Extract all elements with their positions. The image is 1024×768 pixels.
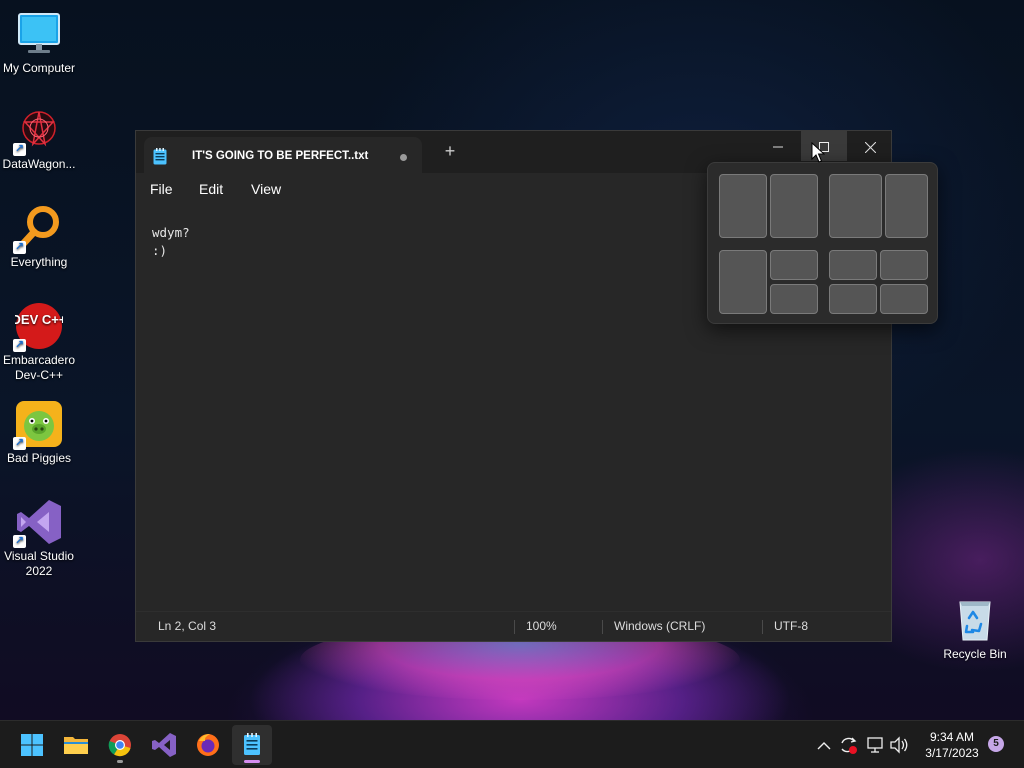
- network-icon: [867, 737, 883, 753]
- tab-document[interactable]: IT'S GOING TO BE PERFECT..txt: [144, 137, 422, 173]
- everything-search-icon: ↗: [13, 204, 63, 254]
- desktop-icon-label: My Computer: [2, 61, 76, 75]
- datawagon-icon: ↗: [13, 106, 63, 156]
- shortcut-arrow-icon: ↗: [13, 143, 26, 156]
- clock[interactable]: 9:34 AM 3/17/2023: [912, 729, 992, 761]
- snap-zone-bottom-right-quarter[interactable]: [770, 284, 818, 314]
- status-line-ending[interactable]: Windows (CRLF): [614, 612, 705, 642]
- new-tab-button[interactable]: +: [442, 142, 458, 160]
- menu-edit[interactable]: Edit: [199, 181, 223, 197]
- status-zoom[interactable]: 100%: [526, 612, 557, 642]
- desktop-icon-bad-piggies[interactable]: ↗ Bad Piggies: [0, 400, 78, 466]
- desktop-icon-datawagon[interactable]: ↗ DataWagon...: [0, 106, 78, 172]
- chevron-up-icon: [817, 742, 831, 750]
- desktop-icon-label: Bad Piggies: [6, 451, 72, 465]
- menu-file[interactable]: File: [150, 181, 173, 197]
- mouse-cursor-icon: [811, 142, 825, 163]
- desktop-icon-devcpp[interactable]: DEV C++ ↗ Embarcadero Dev-C++: [0, 302, 78, 383]
- desktop-icon-everything[interactable]: ↗ Everything: [0, 204, 78, 270]
- snap-zone-top-right-quarter[interactable]: [880, 250, 928, 280]
- snap-zone-one-third-right[interactable]: [885, 174, 928, 238]
- tray-volume-button[interactable]: [888, 721, 910, 768]
- bad-piggies-icon: ↗: [13, 400, 63, 450]
- taskbar-chrome[interactable]: [100, 725, 140, 765]
- status-divider: [762, 620, 763, 634]
- recycle-bin-icon: [951, 596, 999, 644]
- status-divider: [514, 620, 515, 634]
- desktop-icon-recycle-bin[interactable]: Recycle Bin: [936, 596, 1014, 662]
- taskbar: 9:34 AM 3/17/2023: [0, 720, 1024, 768]
- taskbar-notepad[interactable]: [232, 725, 272, 765]
- clock-time: 9:34 AM: [929, 730, 975, 744]
- minimize-button[interactable]: [755, 131, 801, 161]
- snap-zone-two-thirds-left[interactable]: [829, 174, 882, 238]
- running-indicator: [117, 760, 123, 763]
- snap-layouts-flyout: [707, 162, 938, 324]
- visual-studio-icon: ↗: [13, 498, 63, 548]
- notepad-icon: [244, 733, 260, 755]
- snap-zone-half-left[interactable]: [719, 174, 767, 238]
- monitor-icon: [15, 10, 63, 58]
- chrome-icon: [108, 734, 131, 757]
- taskbar-firefox[interactable]: [188, 725, 228, 765]
- shortcut-arrow-icon: ↗: [13, 339, 26, 352]
- volume-icon: [890, 736, 908, 754]
- status-divider: [602, 620, 603, 634]
- sync-icon: [841, 737, 857, 754]
- snap-zone-bottom-left-quarter[interactable]: [829, 284, 877, 314]
- show-hidden-icons-button[interactable]: [814, 721, 834, 768]
- devcpp-logo-text: DEV C++: [15, 312, 63, 327]
- devcpp-icon: DEV C++ ↗: [12, 302, 67, 352]
- firefox-icon: [197, 734, 219, 756]
- tray-sync-button[interactable]: [836, 721, 860, 768]
- snap-zone-top-left-quarter[interactable]: [829, 250, 877, 280]
- folder-icon: [64, 737, 88, 754]
- desktop-icon-my-computer[interactable]: My Computer: [0, 10, 78, 76]
- close-button[interactable]: [847, 131, 893, 161]
- desktop-icon-label: DataWagon...: [2, 157, 76, 171]
- tab-title: IT'S GOING TO BE PERFECT..txt: [192, 150, 369, 162]
- status-cursor-position: Ln 2, Col 3: [158, 619, 217, 633]
- desktop-icon-label: Recycle Bin: [943, 647, 1007, 661]
- shortcut-arrow-icon: ↗: [13, 437, 26, 450]
- desktop-icon-label: Visual Studio 2022: [4, 549, 74, 578]
- start-button[interactable]: [12, 725, 52, 765]
- snap-zone-half-right[interactable]: [770, 174, 818, 238]
- shortcut-arrow-icon: ↗: [13, 535, 26, 548]
- snap-zone-top-right-quarter[interactable]: [770, 250, 818, 280]
- desktop-icon-label: Everything: [10, 255, 68, 269]
- close-icon: [864, 141, 876, 154]
- shortcut-arrow-icon: ↗: [13, 241, 26, 254]
- notepad-icon: [153, 148, 167, 165]
- unsaved-dot-icon[interactable]: [400, 154, 407, 161]
- snap-zone-bottom-right-quarter[interactable]: [880, 284, 928, 314]
- taskbar-visual-studio[interactable]: [144, 725, 184, 765]
- desktop-icon-label: Embarcadero Dev-C++: [2, 353, 76, 382]
- taskbar-file-explorer[interactable]: [56, 725, 96, 765]
- status-bar: Ln 2, Col 3 100% Windows (CRLF) UTF-8: [136, 611, 891, 641]
- visual-studio-icon: [152, 733, 176, 757]
- tray-network-button[interactable]: [864, 721, 886, 768]
- desktop-icon-visual-studio[interactable]: ↗ Visual Studio 2022: [0, 498, 78, 579]
- active-indicator: [244, 760, 260, 763]
- notification-badge[interactable]: 5: [988, 736, 1004, 752]
- snap-zone-left-half[interactable]: [719, 250, 767, 314]
- status-encoding[interactable]: UTF-8: [774, 612, 808, 642]
- clock-date: 3/17/2023: [925, 746, 979, 760]
- windows-logo-icon: [21, 734, 43, 756]
- menu-view[interactable]: View: [251, 181, 281, 197]
- minimize-icon: [773, 146, 783, 148]
